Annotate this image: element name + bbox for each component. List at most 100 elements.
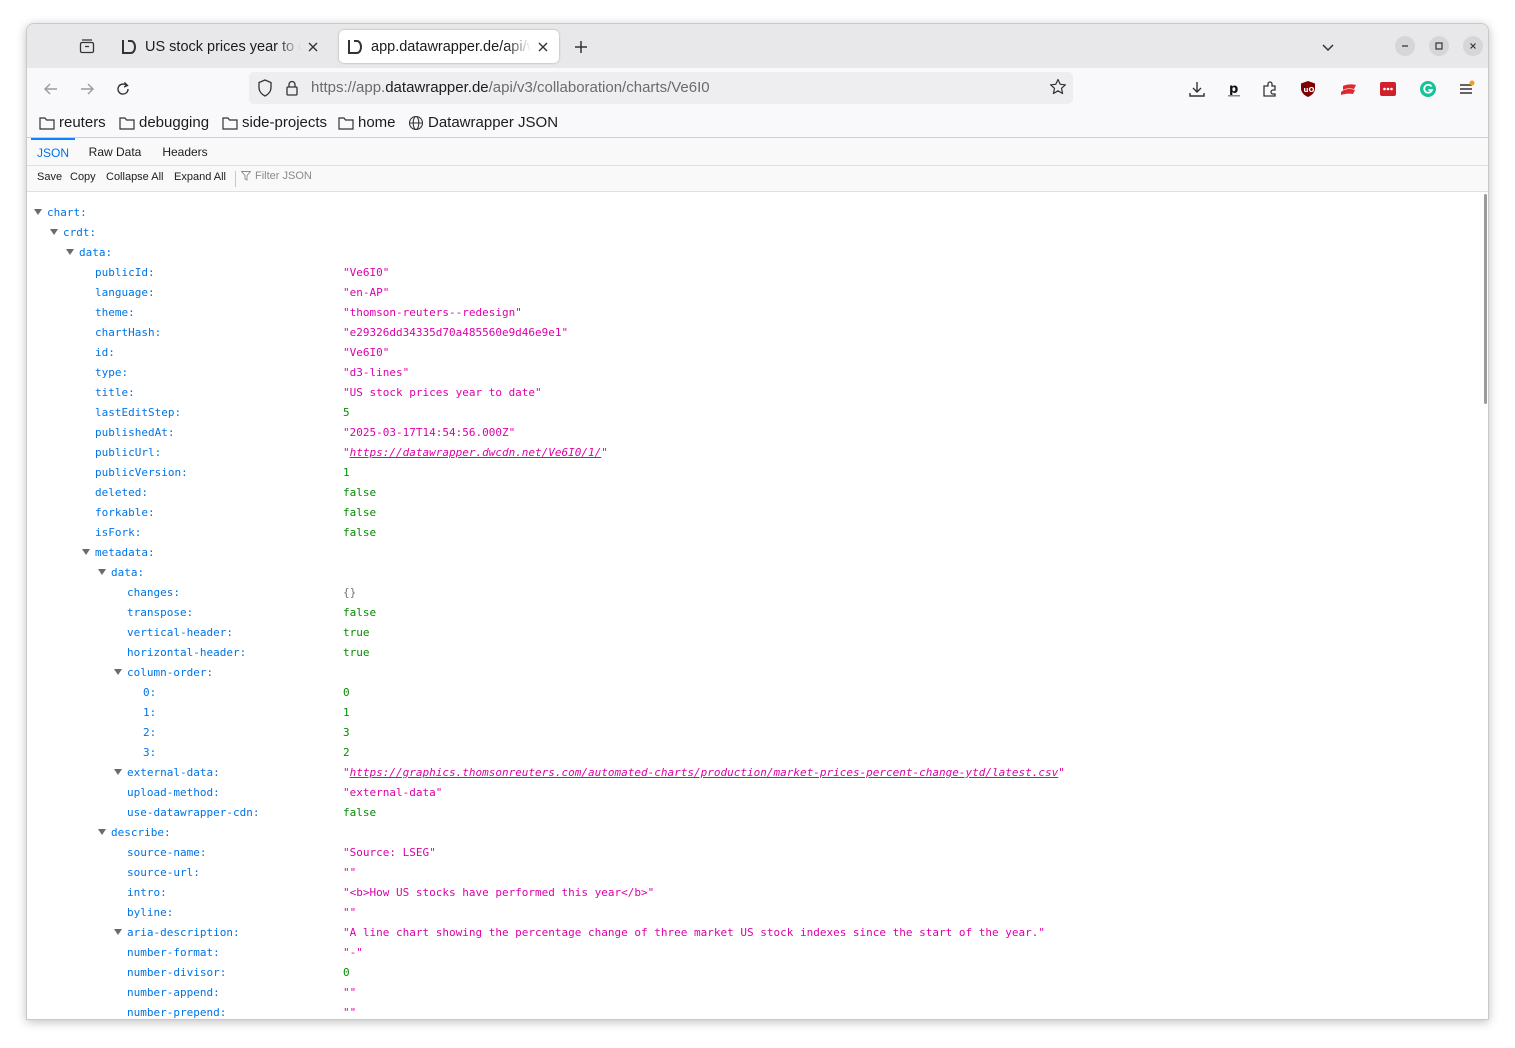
json-row[interactable]: type: "d3-lines" (27, 363, 1482, 383)
expand-toggle-icon[interactable] (66, 249, 74, 255)
json-row[interactable]: 1: 1 (27, 703, 1482, 723)
red-extension-button[interactable] (1336, 77, 1360, 101)
json-row[interactable]: 2: 3 (27, 723, 1482, 743)
json-value[interactable]: "https://datawrapper.dwcdn.net/Ve6I0/1/" (343, 443, 608, 463)
json-row[interactable]: intro: "<b>How US stocks have performed t… (27, 883, 1482, 903)
tab-json[interactable]: JSON (31, 138, 75, 166)
bookmark-folder-debugging[interactable]: debugging (119, 114, 209, 131)
pocket-extension-button[interactable]: p (1222, 77, 1246, 101)
json-row[interactable]: id: "Ve6I0" (27, 343, 1482, 363)
close-window-button[interactable] (1463, 36, 1483, 56)
scrollbar-thumb[interactable] (1484, 194, 1487, 404)
json-row[interactable]: chart: (27, 203, 1482, 223)
json-row[interactable]: changes: {} (27, 583, 1482, 603)
tab-raw-data[interactable]: Raw Data (83, 138, 147, 166)
json-row[interactable]: number-append: "" (27, 983, 1482, 1003)
json-row[interactable]: number-prepend: "" (27, 1003, 1482, 1019)
tab-headers[interactable]: Headers (155, 138, 215, 166)
new-tab-button[interactable] (569, 35, 593, 59)
tab-api-json[interactable]: app.datawrapper.de/api/v3/collaboration/… (339, 30, 559, 63)
url-text[interactable]: https://app.datawrapper.de/api/v3/collab… (311, 79, 710, 96)
lock-icon[interactable] (285, 79, 299, 101)
json-row[interactable]: number-divisor: 0 (27, 963, 1482, 983)
tracking-protection-shield-icon[interactable] (257, 79, 273, 101)
tab-stock-prices[interactable]: US stock prices year to date (113, 30, 329, 63)
json-row[interactable]: horizontal-header: true (27, 643, 1482, 663)
maximize-button[interactable] (1429, 36, 1449, 56)
arrow-left-icon (44, 83, 57, 95)
close-tab-icon[interactable] (305, 39, 321, 55)
list-all-tabs-button[interactable] (1316, 35, 1340, 59)
json-row[interactable]: isFork: false (27, 523, 1482, 543)
json-row[interactable]: column-order: (27, 663, 1482, 683)
json-viewer-tabs: JSON Raw Data Headers (27, 138, 1488, 166)
copy-button[interactable]: Copy (70, 171, 96, 183)
json-row[interactable]: publicUrl: "https://datawrapper.dwcdn.net… (27, 443, 1482, 463)
ublock-origin-button[interactable]: uO (1296, 77, 1320, 101)
reload-button[interactable] (111, 77, 135, 101)
expand-toggle-icon[interactable] (98, 829, 106, 835)
json-value[interactable]: "https://graphics.thomsonreuters.com/aut… (343, 763, 1065, 783)
password-manager-button[interactable] (1376, 77, 1400, 101)
json-key: aria-description: (127, 926, 240, 939)
bookmark-folder-home[interactable]: home (338, 114, 396, 131)
expand-toggle-icon[interactable] (114, 929, 122, 935)
bookmark-folder-reuters[interactable]: reuters (39, 114, 106, 131)
json-row[interactable]: data: (27, 243, 1482, 263)
vertical-scrollbar[interactable] (1480, 192, 1488, 1019)
expand-all-button[interactable]: Expand All (174, 171, 226, 183)
json-row[interactable]: crdt: (27, 223, 1482, 243)
collapse-all-button[interactable]: Collapse All (106, 171, 163, 183)
expand-toggle-icon[interactable] (34, 209, 42, 215)
json-row[interactable]: publishedAt: "2025-03-17T14:54:56.000Z" (27, 423, 1482, 443)
json-row[interactable]: metadata: (27, 543, 1482, 563)
json-row[interactable]: language: "en-AP" (27, 283, 1482, 303)
expand-toggle-icon[interactable] (114, 769, 122, 775)
json-row[interactable]: forkable: false (27, 503, 1482, 523)
bookmark-folder-side-projects[interactable]: side-projects (222, 114, 327, 131)
tab-list-button[interactable] (75, 34, 99, 58)
json-row[interactable]: source-name: "Source: LSEG" (27, 843, 1482, 863)
json-row[interactable]: theme: "thomson-reuters--redesign" (27, 303, 1482, 323)
filter-json-input[interactable]: Filter JSON (241, 170, 312, 182)
json-key: transpose: (127, 606, 194, 619)
expand-toggle-icon[interactable] (98, 569, 106, 575)
minimize-button[interactable] (1395, 36, 1415, 56)
json-row[interactable]: chartHash: "e29326dd34335d70a485560e9d46e… (27, 323, 1482, 343)
expand-toggle-icon[interactable] (50, 229, 58, 235)
app-menu-button[interactable] (1454, 77, 1478, 101)
bookmark-star-icon[interactable] (1049, 78, 1067, 100)
json-row[interactable]: 0: 0 (27, 683, 1482, 703)
extensions-button[interactable] (1258, 77, 1282, 101)
save-button[interactable]: Save (37, 171, 62, 183)
json-row[interactable]: 3: 2 (27, 743, 1482, 763)
grammarly-button[interactable] (1416, 77, 1440, 101)
json-row[interactable]: lastEditStep: 5 (27, 403, 1482, 423)
json-row[interactable]: describe: (27, 823, 1482, 843)
bookmark-datawrapper-json[interactable]: Datawrapper JSON (408, 114, 558, 131)
expand-toggle-icon[interactable] (82, 549, 90, 555)
json-row[interactable]: source-url: "" (27, 863, 1482, 883)
json-value: "US stock prices year to date" (343, 386, 542, 399)
expand-toggle-icon[interactable] (114, 669, 122, 675)
json-row[interactable]: publicVersion: 1 (27, 463, 1482, 483)
json-row[interactable]: deleted: false (27, 483, 1482, 503)
json-row[interactable]: title: "US stock prices year to date" (27, 383, 1482, 403)
json-row[interactable]: data: (27, 563, 1482, 583)
forward-button[interactable] (75, 77, 99, 101)
json-link[interactable]: https://datawrapper.dwcdn.net/Ve6I0/1/ (350, 446, 602, 459)
json-row[interactable]: publicId: "Ve6I0" (27, 263, 1482, 283)
json-row[interactable]: aria-description: "A line chart showing t… (27, 923, 1482, 943)
json-row[interactable]: byline: "" (27, 903, 1482, 923)
downloads-button[interactable] (1185, 77, 1209, 101)
json-row[interactable]: use-datawrapper-cdn: false (27, 803, 1482, 823)
back-button[interactable] (39, 77, 63, 101)
json-row[interactable]: upload-method: "external-data" (27, 783, 1482, 803)
address-bar[interactable]: https://app.datawrapper.de/api/v3/collab… (249, 72, 1073, 104)
json-row[interactable]: transpose: false (27, 603, 1482, 623)
json-row[interactable]: external-data: "https://graphics.thomsonr… (27, 763, 1482, 783)
json-link[interactable]: https://graphics.thomsonreuters.com/auto… (350, 766, 1059, 779)
json-row[interactable]: number-format: "-" (27, 943, 1482, 963)
json-row[interactable]: vertical-header: true (27, 623, 1482, 643)
close-tab-icon[interactable] (535, 39, 551, 55)
